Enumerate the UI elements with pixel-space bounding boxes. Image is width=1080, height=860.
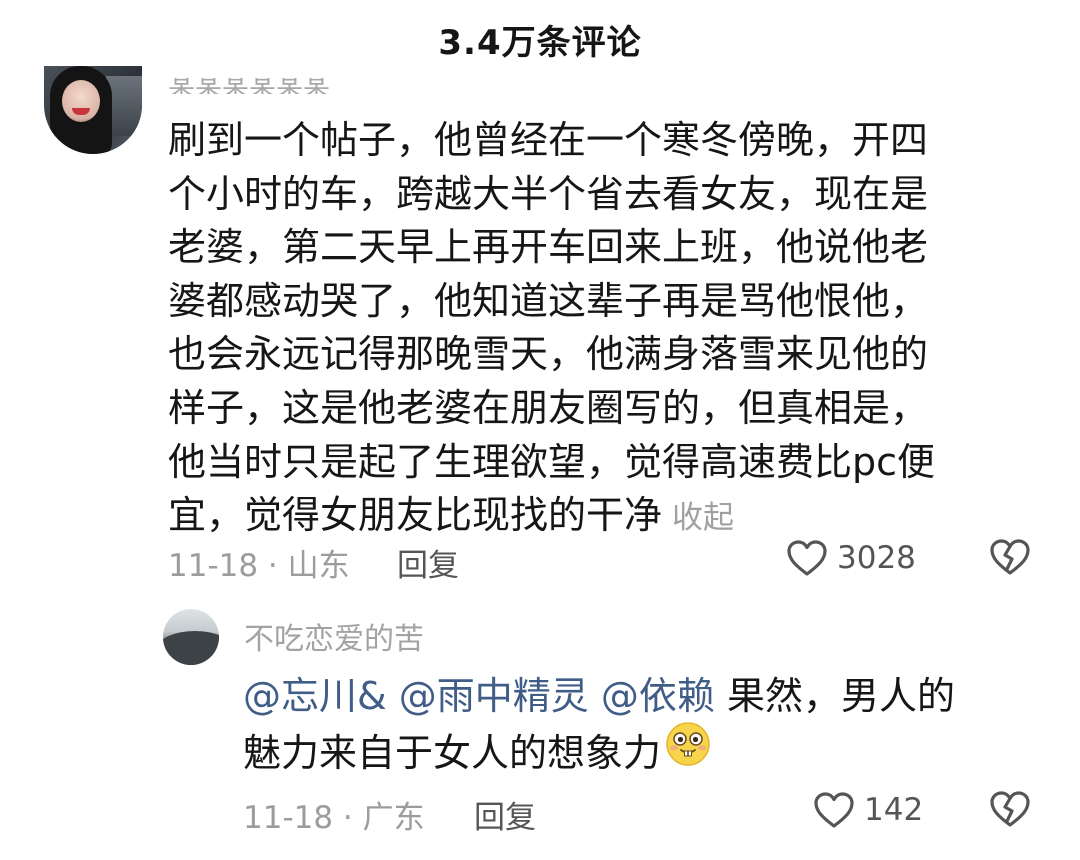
comment-line: 婆都感动哭了，他知道这辈子再是骂他恨他，	[168, 278, 929, 323]
comment-line: 个小时的车，跨越大半个省去看女友，现在是	[168, 171, 929, 216]
like-button[interactable]: 142	[812, 788, 923, 832]
comment-line: 刷到一个帖子，他曾经在一个寒冬傍晚，开四	[168, 118, 929, 162]
broken-heart-icon[interactable]	[988, 536, 1032, 578]
mention-link[interactable]: @忘川&	[243, 674, 387, 718]
comment-author-name-cropped: 某某某某某某	[168, 78, 330, 94]
comment-body: 刷到一个帖子，他曾经在一个寒冬傍晚，开四 个小时的车，跨越大半个省去看女友，现在…	[168, 114, 1028, 546]
comment-line: 老婆，第二天早上再开车回来上班，他说他老	[168, 225, 929, 270]
reply-date-location: 11-18 · 广东	[243, 800, 425, 836]
reply-author-name[interactable]: 不吃恋爱的苦	[244, 614, 424, 658]
reply-line: @忘川& @雨中精灵 @依赖 果然，男人的	[243, 668, 1043, 725]
reply-button[interactable]: 回复	[474, 792, 536, 837]
avatar[interactable]	[163, 609, 219, 665]
reply-text-line1: 果然，男人的	[726, 674, 955, 718]
comment-line-text: 宜，觉得女朋友比现找的干净	[168, 493, 663, 538]
like-button[interactable]: 3028	[785, 536, 916, 580]
broken-heart-icon[interactable]	[988, 788, 1032, 830]
mention-link[interactable]: @依赖	[601, 674, 715, 718]
buck-teeth-smile-emoji-icon	[665, 721, 711, 783]
comments-header: 3.4万条评论	[0, 0, 1080, 78]
comment-line: 样子，这是他老婆在朋友圈写的，但真相是，	[168, 385, 929, 430]
reply-button[interactable]: 回复	[397, 540, 459, 585]
avatar[interactable]	[44, 66, 142, 154]
comments-count-title: 3.4万条评论	[438, 22, 642, 63]
mention-link[interactable]: @雨中精灵	[399, 674, 589, 718]
like-count: 142	[864, 792, 924, 828]
like-count: 3028	[837, 540, 916, 576]
heart-outline-icon	[785, 538, 829, 578]
comment-line: 也会永远记得那晚雪天，他满身落雪来见他的	[168, 332, 929, 377]
reply-body: @忘川& @雨中精灵 @依赖 果然，男人的 魅力来自于女人的想象力	[243, 668, 1043, 783]
comment-line: 他当时只是起了生理欲望，觉得高速费比pc便	[168, 439, 936, 484]
reply-text-line2: 魅力来自于女人的想象力	[243, 731, 662, 775]
heart-outline-icon	[812, 790, 856, 830]
comment-date-location: 11-18 · 山东	[168, 548, 350, 584]
collapse-link[interactable]: 收起	[672, 500, 734, 536]
reply-line: 魅力来自于女人的想象力	[243, 721, 1043, 783]
